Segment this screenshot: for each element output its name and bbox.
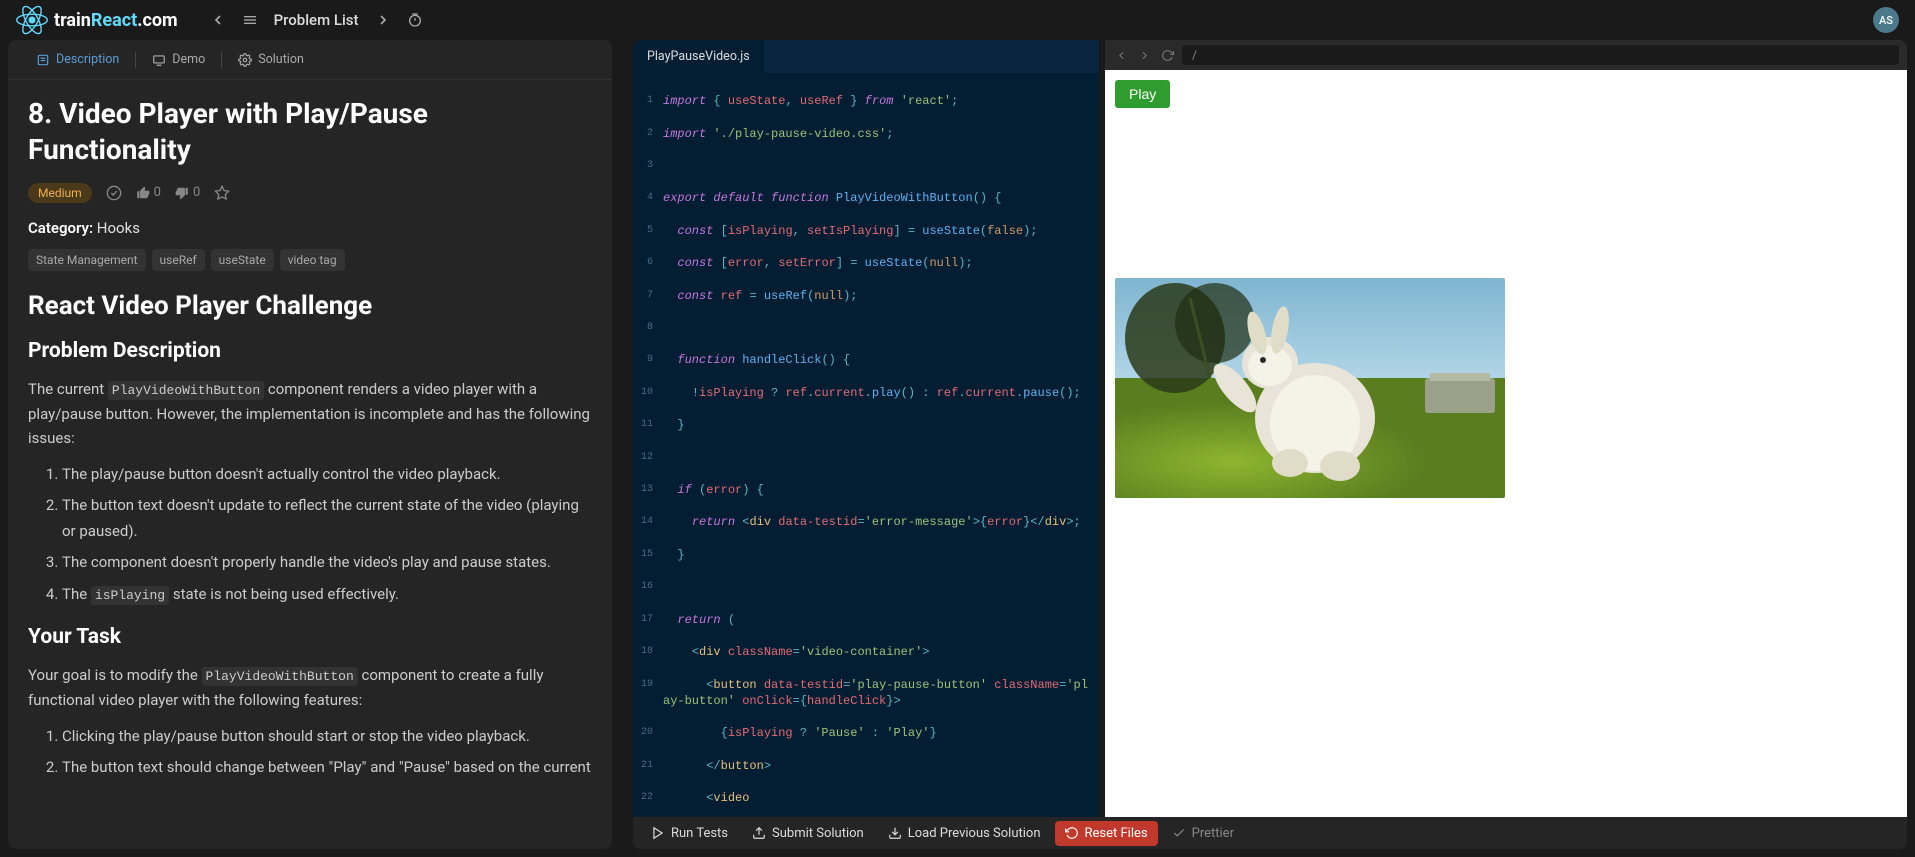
problem-title: 8. Video Player with Play/Pause Function… [28, 96, 592, 169]
download-icon [888, 826, 902, 840]
tag-row: State Management useRef useState video t… [28, 249, 592, 271]
issues-list: The play/pause button doesn't actually c… [28, 462, 592, 608]
category-line: Category: Hooks [28, 219, 592, 237]
preview-back-icon[interactable] [1113, 47, 1130, 64]
list-item: The play/pause button doesn't actually c… [62, 462, 592, 488]
inline-code: PlayVideoWithButton [108, 381, 264, 400]
tab-solution[interactable]: Solution [226, 48, 316, 71]
run-tests-button[interactable]: Run Tests [641, 821, 738, 846]
load-prev-label: Load Previous Solution [908, 826, 1041, 841]
nav-forward-icon[interactable] [371, 8, 395, 32]
preview-forward-icon[interactable] [1136, 47, 1153, 64]
preview-body: Play [1105, 70, 1907, 817]
preview-reload-icon[interactable] [1159, 47, 1176, 64]
check-icon [1172, 826, 1186, 840]
description-icon [36, 53, 50, 67]
features-list: Clicking the play/pause button should st… [28, 724, 592, 781]
inline-code: PlayVideoWithButton [202, 667, 358, 686]
panel-divider[interactable] [620, 40, 625, 849]
brand-prefix: train [54, 10, 91, 31]
menu-icon[interactable] [238, 8, 262, 32]
tab-demo[interactable]: Demo [140, 48, 217, 71]
run-tests-label: Run Tests [671, 826, 728, 841]
tab-description-label: Description [56, 52, 119, 67]
list-item: Clicking the play/pause button should st… [62, 724, 592, 750]
paragraph: Your goal is to modify the PlayVideoWith… [28, 663, 592, 712]
video-player-preview[interactable] [1115, 278, 1505, 498]
description-panel: Description Demo Solution 8. Video Playe… [8, 40, 612, 849]
inline-code: isPlaying [91, 586, 169, 605]
heading-description: Problem Description [28, 339, 592, 363]
preview-panel: / Play [1105, 40, 1907, 817]
like-button[interactable]: 0 [136, 185, 161, 200]
avatar[interactable]: AS [1873, 7, 1899, 33]
reset-icon [1065, 826, 1079, 840]
reset-label: Reset Files [1085, 826, 1148, 841]
likes-count: 0 [154, 185, 161, 200]
load-previous-button[interactable]: Load Previous Solution [878, 821, 1051, 846]
paragraph: The current PlayVideoWithButton componen… [28, 377, 592, 450]
play-icon [651, 826, 665, 840]
brand-react: React [91, 10, 137, 31]
prettier-label: Prettier [1192, 826, 1234, 841]
list-item: The component doesn't properly handle th… [62, 550, 592, 576]
preview-url-bar[interactable]: / [1182, 45, 1899, 65]
tag[interactable]: useState [211, 249, 274, 271]
logo[interactable]: trainReact.com [16, 4, 178, 36]
problem-list-link[interactable]: Problem List [274, 11, 359, 29]
star-button[interactable] [214, 185, 230, 201]
code-editor-panel: PlayPauseVideo.js 1import { useState, us… [633, 40, 1099, 817]
action-bar: Run Tests Submit Solution Load Previous … [633, 817, 1907, 849]
tab-demo-label: Demo [172, 52, 205, 67]
tag[interactable]: useRef [152, 249, 205, 271]
top-bar: trainReact.com Problem List AS [0, 0, 1915, 40]
list-item: The button text doesn't update to reflec… [62, 493, 592, 544]
prettier-button[interactable]: Prettier [1162, 821, 1244, 846]
react-icon [16, 4, 48, 36]
dislikes-count: 0 [193, 185, 200, 200]
list-item: The button text should change between "P… [62, 755, 592, 781]
tab-description[interactable]: Description [24, 48, 131, 71]
upload-icon [752, 826, 766, 840]
heading-task: Your Task [28, 625, 592, 649]
tag[interactable]: State Management [28, 249, 146, 271]
submit-solution-button[interactable]: Submit Solution [742, 821, 874, 846]
timer-icon[interactable] [403, 8, 427, 32]
reset-files-button[interactable]: Reset Files [1055, 821, 1158, 846]
editor-file-tab[interactable]: PlayPauseVideo.js [633, 40, 765, 73]
check-icon [106, 185, 122, 201]
code-editor[interactable]: 1import { useState, useRef } from 'react… [633, 73, 1099, 817]
difficulty-badge: Medium [28, 183, 92, 203]
list-item: The isPlaying state is not being used ef… [62, 582, 592, 608]
play-button[interactable]: Play [1115, 80, 1170, 108]
nav-back-icon[interactable] [206, 8, 230, 32]
brand-suffix: .com [137, 10, 177, 31]
tab-solution-label: Solution [258, 52, 304, 67]
heading-challenge: React Video Player Challenge [28, 291, 592, 321]
tag[interactable]: video tag [280, 249, 345, 271]
submit-label: Submit Solution [772, 826, 864, 841]
solution-icon [238, 53, 252, 67]
demo-icon [152, 53, 166, 67]
dislike-button[interactable]: 0 [175, 185, 200, 200]
